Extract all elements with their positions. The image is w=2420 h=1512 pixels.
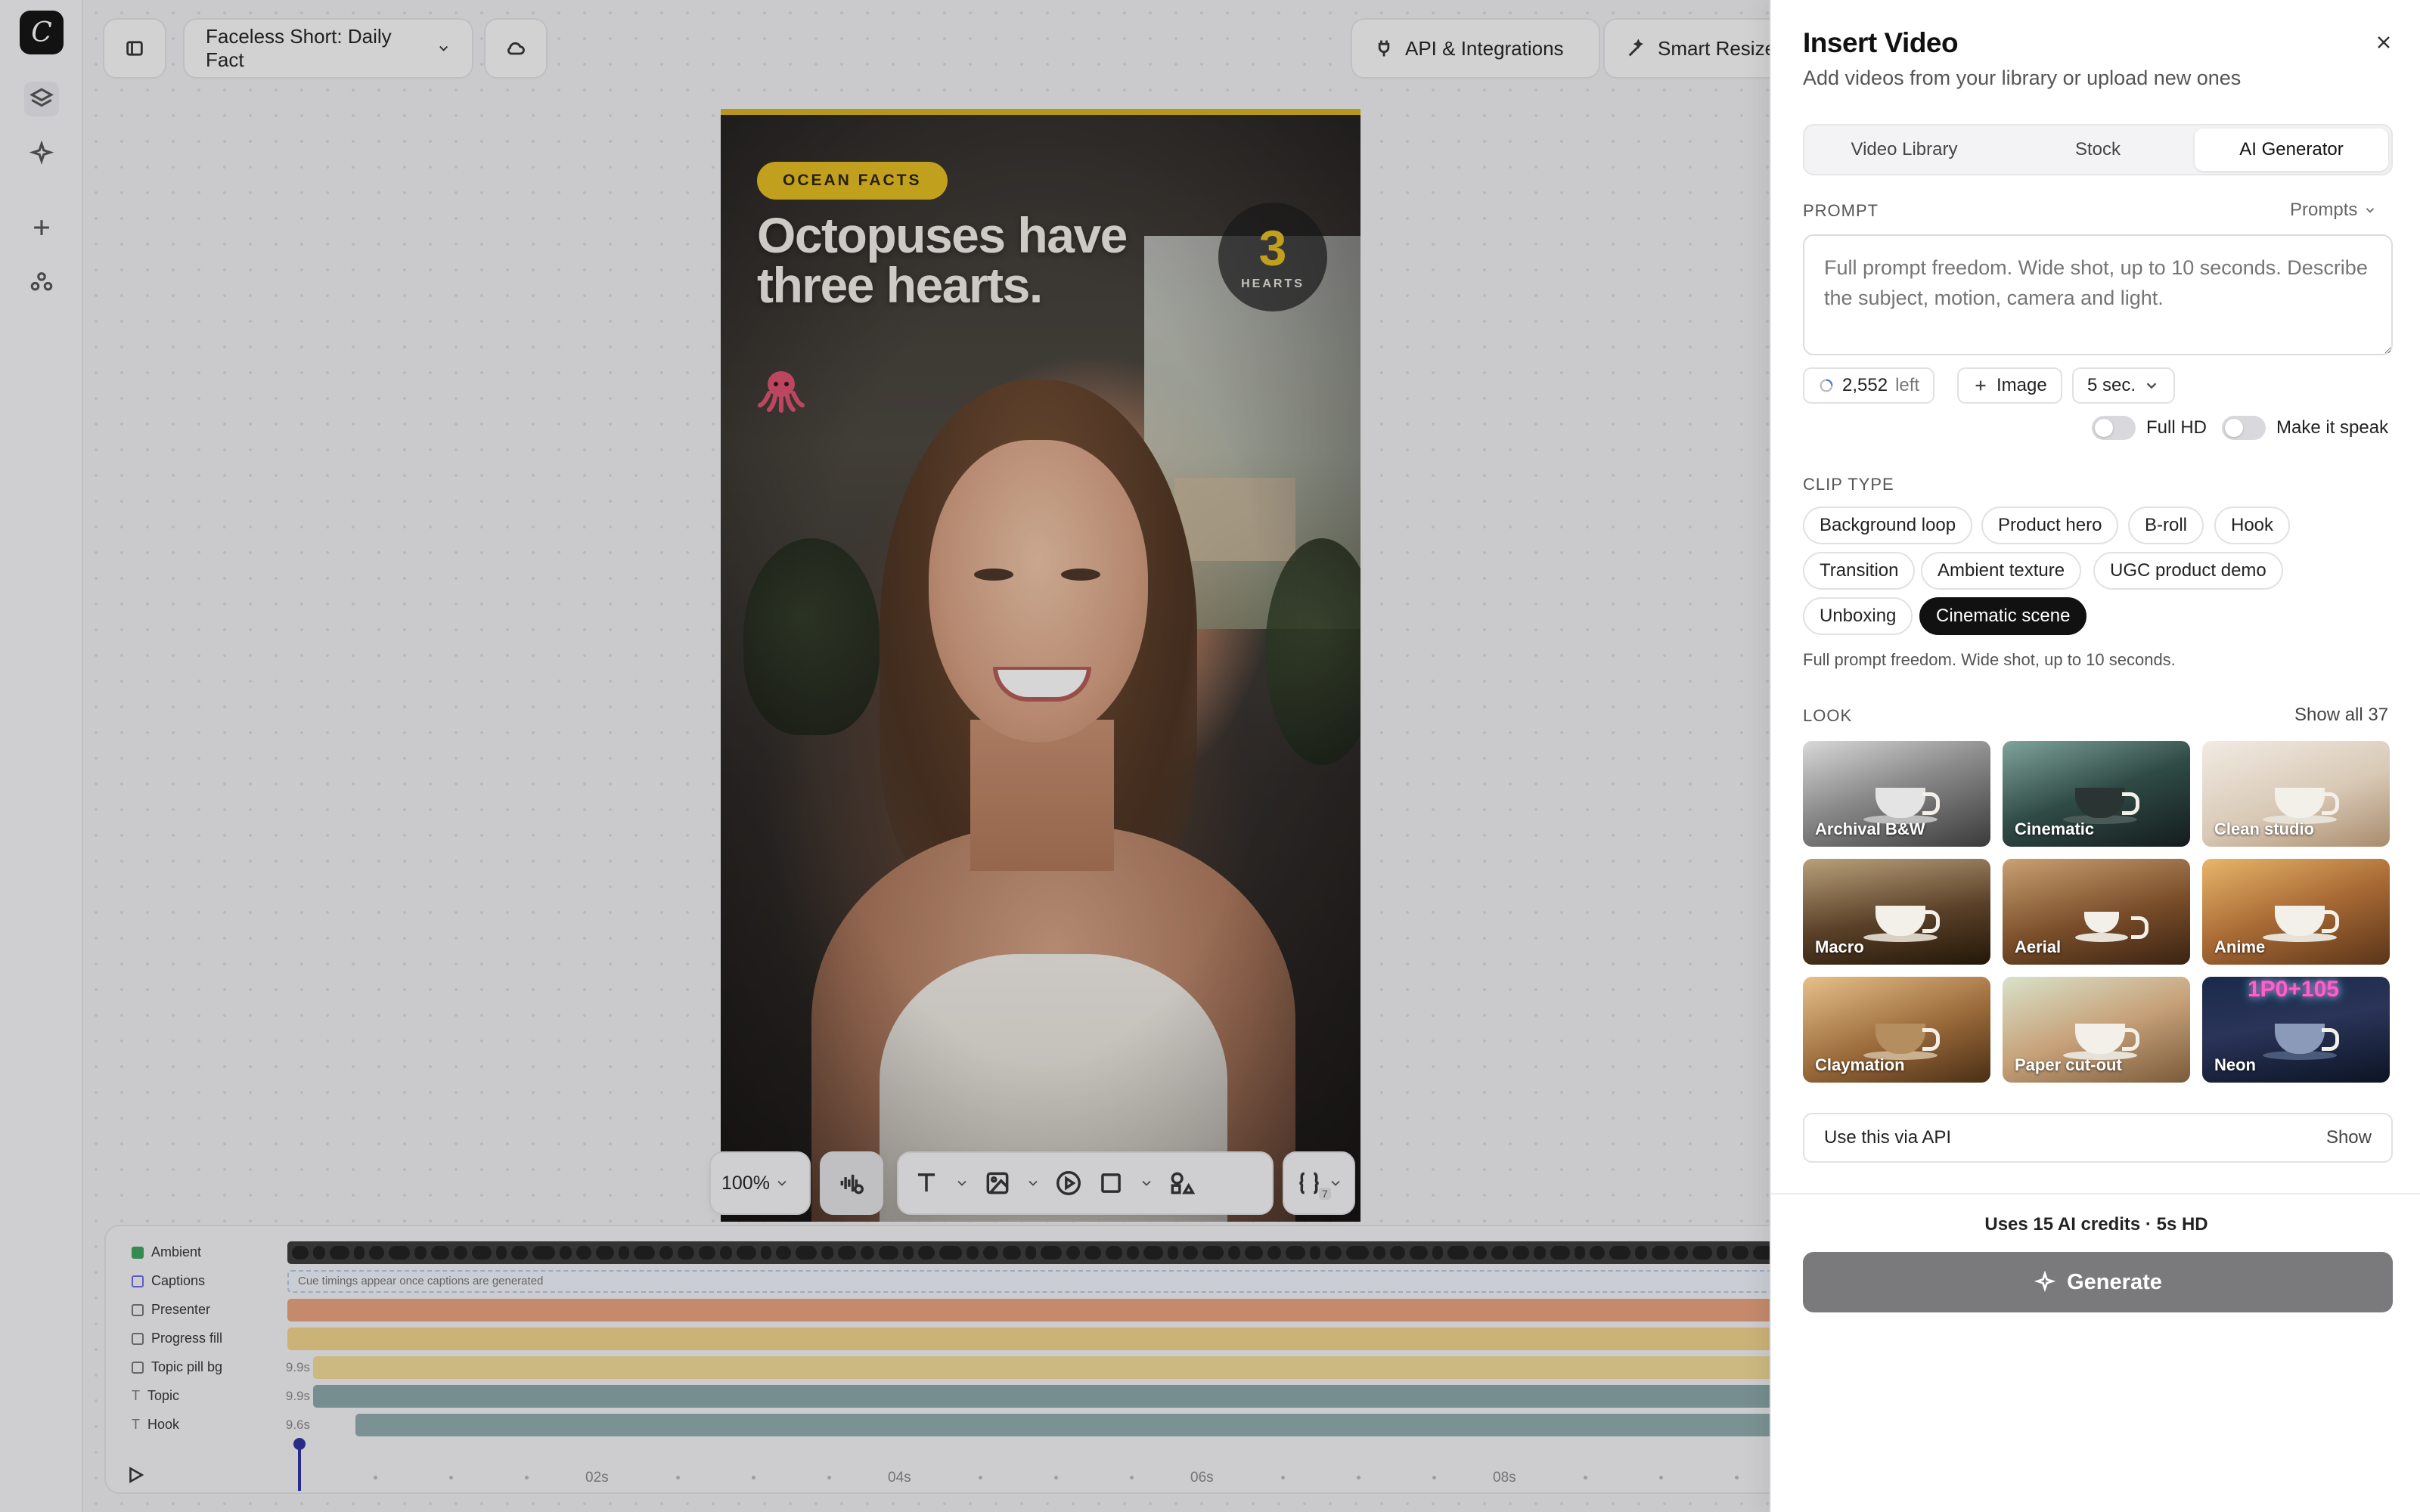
clip-type-hook[interactable]: Hook bbox=[2214, 507, 2291, 544]
add-image-button[interactable]: Image bbox=[1957, 367, 2062, 404]
spinner-icon bbox=[1820, 379, 1833, 392]
prompts-dropdown[interactable]: Prompts bbox=[2290, 200, 2377, 221]
tab-stock[interactable]: Stock bbox=[2001, 129, 2195, 171]
clip-type-unboxing[interactable]: Unboxing bbox=[1803, 597, 1913, 635]
make-it-speak-toggle[interactable]: Make it speak bbox=[2222, 416, 2388, 440]
look-anime[interactable]: Anime bbox=[2202, 859, 2390, 965]
clip-type-product-hero[interactable]: Product hero bbox=[1981, 507, 2119, 544]
clip-type-cinematic-scene[interactable]: Cinematic scene bbox=[1919, 597, 2087, 635]
api-show-link[interactable]: Show bbox=[2326, 1127, 2372, 1148]
look-archival-bw[interactable]: Archival B&W bbox=[1803, 741, 1990, 847]
clip-type-background-loop[interactable]: Background loop bbox=[1803, 507, 1973, 544]
full-hd-switch[interactable] bbox=[2092, 416, 2136, 440]
generate-button[interactable]: Generate bbox=[1803, 1252, 2393, 1312]
neon-sign: 1P0+105 bbox=[2248, 977, 2339, 1002]
look-label: LOOK bbox=[1803, 706, 1853, 725]
clip-type-hint: Full prompt freedom. Wide shot, up to 10… bbox=[1803, 650, 2176, 669]
look-cinematic[interactable]: Cinematic bbox=[2003, 741, 2190, 847]
look-clean-studio[interactable]: Clean studio bbox=[2202, 741, 2390, 847]
look-claymation[interactable]: Claymation bbox=[1803, 977, 1990, 1083]
make-it-speak-switch[interactable] bbox=[2222, 416, 2266, 440]
look-neon[interactable]: 1P0+105 Neon bbox=[2202, 977, 2390, 1083]
prompt-label: PROMPT bbox=[1803, 201, 1879, 220]
clip-type-ambient-texture[interactable]: Ambient texture bbox=[1921, 552, 2082, 590]
modal-backdrop[interactable] bbox=[0, 0, 1770, 1512]
credits-cost-note: Uses 15 AI credits · 5s HD bbox=[1984, 1214, 2208, 1235]
look-aerial[interactable]: Aerial bbox=[2003, 859, 2190, 965]
clip-type-b-roll[interactable]: B-roll bbox=[2128, 507, 2204, 544]
show-all-looks-link[interactable]: Show all 37 bbox=[2294, 705, 2388, 726]
plus-icon bbox=[1975, 380, 1986, 391]
full-hd-toggle[interactable]: Full HD bbox=[2092, 416, 2207, 440]
tab-video-library[interactable]: Video Library bbox=[1807, 129, 2001, 171]
panel-title: Insert Video bbox=[1803, 27, 1959, 58]
use-via-api-row[interactable]: Use this via API Show bbox=[1803, 1113, 2393, 1163]
clip-type-label: CLIP TYPE bbox=[1803, 475, 1894, 494]
duration-select[interactable]: 5 sec. bbox=[2072, 367, 2176, 404]
clip-type-transition[interactable]: Transition bbox=[1803, 552, 1916, 590]
look-macro[interactable]: Macro bbox=[1803, 859, 1990, 965]
clip-type-ugc-product-demo[interactable]: UGC product demo bbox=[2093, 552, 2283, 590]
tab-ai-generator[interactable]: AI Generator bbox=[2195, 129, 2388, 171]
chevron-down-icon bbox=[2366, 208, 2375, 213]
close-button[interactable] bbox=[2369, 27, 2399, 57]
prompt-input[interactable] bbox=[1803, 234, 2393, 355]
insert-video-panel: Insert Video Add videos from your librar… bbox=[1770, 0, 2420, 1512]
source-tabs: Video Library Stock AI Generator bbox=[1803, 124, 2393, 175]
credits-left-indicator: 2,552 left bbox=[1803, 367, 1935, 404]
close-icon bbox=[2378, 36, 2390, 48]
panel-subtitle: Add videos from your library or upload n… bbox=[1803, 67, 2242, 89]
chevron-down-icon bbox=[2146, 383, 2157, 389]
look-paper-cut-out[interactable]: Paper cut-out bbox=[2003, 977, 2190, 1083]
sparkle-icon bbox=[2034, 1271, 2056, 1293]
footer-divider bbox=[1771, 1193, 2420, 1194]
